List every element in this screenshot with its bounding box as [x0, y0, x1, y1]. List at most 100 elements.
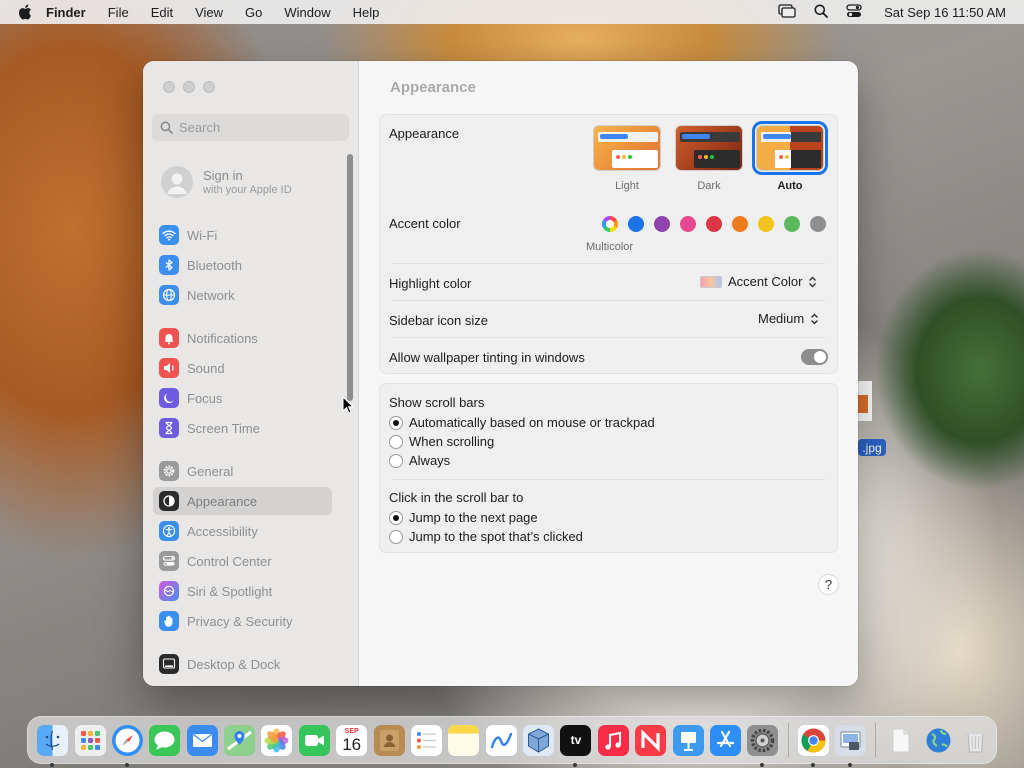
spotlight-search-icon[interactable]: [814, 4, 828, 21]
network-globe-icon[interactable]: [923, 725, 954, 756]
sidebar-item-wifi[interactable]: Wi-Fi: [153, 221, 332, 249]
settings-sidebar: Sign in with your Apple ID Wi-Fi Bluetoo…: [143, 61, 359, 686]
music-icon[interactable]: [597, 724, 629, 756]
window-controls: [163, 81, 215, 93]
scrollbar-option-always[interactable]: Always: [389, 453, 450, 468]
menu-edit[interactable]: Edit: [151, 5, 173, 20]
radio-button[interactable]: [389, 415, 403, 430]
desktop-file-label[interactable]: .jpg: [858, 439, 886, 456]
sidebar-item-desktop-dock[interactable]: Desktop & Dock: [153, 650, 332, 678]
menu-app-name[interactable]: Finder: [46, 5, 86, 20]
theme-light-option[interactable]: Light: [591, 125, 663, 192]
scroll-bar-settings-card: Show scroll bars Automatically based on …: [379, 383, 838, 553]
safari-icon[interactable]: [111, 724, 143, 767]
accent-blue-swatch[interactable]: [628, 216, 644, 232]
minimize-window-button[interactable]: [183, 81, 195, 93]
accent-multicolor-swatch[interactable]: [602, 216, 618, 232]
sidebar-item-bluetooth[interactable]: Bluetooth: [153, 251, 332, 279]
theme-dark-option[interactable]: Dark: [673, 125, 745, 192]
sidebar-item-sound[interactable]: Sound: [153, 354, 332, 382]
zoom-window-button[interactable]: [203, 81, 215, 93]
facetime-icon[interactable]: [298, 724, 330, 756]
close-window-button[interactable]: [163, 81, 175, 93]
page-title: Appearance: [390, 79, 476, 96]
finder-icon[interactable]: [37, 724, 69, 767]
app-store-icon[interactable]: [709, 724, 741, 756]
control-center-icon[interactable]: [846, 3, 862, 21]
menu-bar-clock[interactable]: Sat Sep 16 11:50 AM: [884, 5, 1006, 20]
messages-icon[interactable]: [149, 724, 181, 756]
apple-id-signin[interactable]: Sign in with your Apple ID: [161, 166, 292, 198]
maps-icon[interactable]: [224, 724, 256, 756]
sidebar-item-general[interactable]: General: [153, 457, 332, 485]
accent-orange-swatch[interactable]: [732, 216, 748, 232]
sidebar-search[interactable]: [152, 114, 349, 141]
trash-icon[interactable]: [960, 725, 991, 756]
reminders-icon[interactable]: [410, 724, 442, 756]
notes-icon[interactable]: [448, 724, 480, 756]
sidebar-item-label: Screen Time: [187, 420, 260, 436]
theme-auto-option[interactable]: Auto: [752, 121, 828, 192]
apple-tv-icon[interactable]: tv: [560, 724, 592, 767]
scrollbar-option-automatic[interactable]: Automatically based on mouse or trackpad: [389, 415, 655, 430]
menu-view[interactable]: View: [195, 5, 223, 20]
preview-icon[interactable]: [835, 724, 867, 767]
virtualbox-icon[interactable]: [523, 724, 555, 756]
theme-dark-label: Dark: [697, 180, 721, 192]
sidebar-item-privacy-security[interactable]: Privacy & Security: [153, 607, 332, 635]
calendar-icon[interactable]: SEP 16: [336, 724, 368, 756]
click-option-spot-clicked[interactable]: Jump to the spot that’s clicked: [389, 529, 583, 544]
scrollbar-option-when-scrolling[interactable]: When scrolling: [389, 434, 494, 449]
sidebar-icon-size-popup[interactable]: Medium: [758, 311, 819, 326]
mail-icon[interactable]: [186, 724, 218, 756]
settings-content: Appearance Appearance Light Dark Auto Ac…: [359, 61, 858, 686]
sidebar-item-appearance[interactable]: Appearance: [153, 487, 332, 515]
chrome-icon[interactable]: [797, 724, 829, 767]
keynote-icon[interactable]: [672, 724, 704, 756]
radio-button[interactable]: [389, 453, 403, 468]
accent-graphite-swatch[interactable]: [810, 216, 826, 232]
sidebar-item-accessibility[interactable]: Accessibility: [153, 517, 332, 545]
contacts-icon[interactable]: [373, 724, 405, 756]
accent-pink-swatch[interactable]: [680, 216, 696, 232]
help-button[interactable]: ?: [818, 574, 839, 595]
radio-button[interactable]: [389, 510, 403, 525]
document-icon[interactable]: [885, 725, 916, 756]
accent-purple-swatch[interactable]: [654, 216, 670, 232]
news-icon[interactable]: [635, 724, 667, 756]
siri-icon: [159, 581, 179, 601]
system-settings-icon[interactable]: [747, 724, 779, 767]
wallpaper-tinting-toggle[interactable]: [801, 349, 828, 365]
radio-button[interactable]: [389, 434, 403, 449]
sidebar-item-focus[interactable]: Focus: [153, 384, 332, 412]
divider: [392, 337, 825, 338]
sidebar-item-network[interactable]: Network: [153, 281, 332, 309]
accent-yellow-swatch[interactable]: [758, 216, 774, 232]
desktop-file-thumbnail[interactable]: [856, 381, 872, 421]
highlight-color-popup[interactable]: Accent Color: [700, 274, 817, 289]
menu-window[interactable]: Window: [284, 5, 330, 20]
sidebar-item-siri-spotlight[interactable]: Siri & Spotlight: [153, 577, 332, 605]
menu-file[interactable]: File: [108, 5, 129, 20]
appearance-icon: [159, 491, 179, 511]
divider: [392, 300, 825, 301]
sidebar-item-screen-time[interactable]: Screen Time: [153, 414, 332, 442]
accent-green-swatch[interactable]: [784, 216, 800, 232]
launchpad-icon[interactable]: [74, 724, 106, 756]
menu-go[interactable]: Go: [245, 5, 262, 20]
sidebar-scrollbar[interactable]: [347, 154, 353, 401]
apple-logo-icon[interactable]: [18, 4, 32, 20]
click-option-next-page[interactable]: Jump to the next page: [389, 510, 538, 525]
freeform-icon[interactable]: [485, 724, 517, 756]
radio-button[interactable]: [389, 529, 403, 544]
dock-divider: [787, 723, 789, 757]
mouse-cursor-icon: [342, 396, 354, 414]
menu-help[interactable]: Help: [353, 5, 380, 20]
search-input[interactable]: [179, 120, 329, 135]
screen-mirroring-icon[interactable]: [778, 3, 796, 21]
accent-red-swatch[interactable]: [706, 216, 722, 232]
sidebar-item-label: Notifications: [187, 330, 258, 346]
photos-icon[interactable]: [261, 724, 293, 756]
sidebar-item-notifications[interactable]: Notifications: [153, 324, 332, 352]
sidebar-item-control-center[interactable]: Control Center: [153, 547, 332, 575]
